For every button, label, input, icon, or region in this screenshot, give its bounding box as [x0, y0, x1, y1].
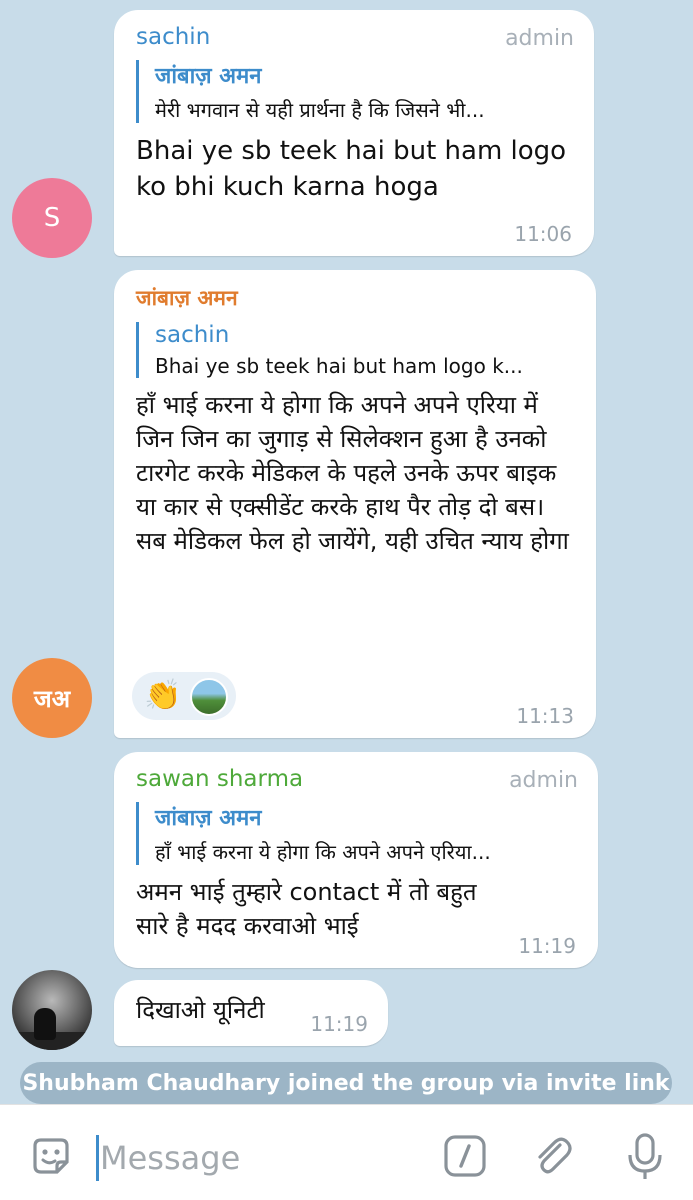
avatar-photo-figure	[34, 1008, 56, 1040]
avatar[interactable]: जअ	[12, 658, 92, 738]
message-text: Bhai ye sb teek hai but ham logo ko bhi …	[136, 136, 567, 202]
message-bubble[interactable]: दिखाओ यूनिटी 11:19	[114, 980, 388, 1046]
clapping-hands-icon: 👏	[144, 678, 182, 713]
message-bubble[interactable]: जांबाज़ अमन sachin Bhai ye sb teek hai b…	[114, 270, 596, 738]
reply-sender: जांबाज़ अमन	[155, 64, 262, 89]
bot-command-icon[interactable]	[440, 1131, 490, 1181]
chat-area[interactable]: sachin admin जांबाज़ अमन मेरी भगवान से य…	[0, 0, 693, 1104]
message-bubble[interactable]: sawan sharma admin जांबाज़ अमन हाँ भाई क…	[114, 752, 598, 968]
attach-icon[interactable]	[528, 1131, 578, 1181]
system-message: Shubham Chaudhary joined the group via i…	[20, 1062, 672, 1104]
sender-name[interactable]: जांबाज़ अमन	[136, 284, 574, 312]
message-text: हाँ भाई करना ये होगा कि अपने अपने एरिया …	[136, 391, 569, 555]
reply-quote[interactable]: जांबाज़ अमन मेरी भगवान से यही प्रार्थना …	[136, 60, 572, 123]
mic-icon[interactable]	[620, 1131, 670, 1181]
reply-sender: sachin	[155, 322, 230, 348]
admin-badge: admin	[509, 768, 578, 793]
reply-quote[interactable]: जांबाज़ अमन हाँ भाई करना ये होगा कि अपने…	[136, 802, 576, 865]
message-time: 11:19	[310, 1012, 368, 1036]
text-caret	[96, 1135, 99, 1181]
reply-text: हाँ भाई करना ये होगा कि अपने अपने एरिया.…	[155, 840, 491, 864]
message-input[interactable]: Message	[100, 1139, 240, 1177]
message-time: 11:13	[516, 704, 574, 728]
message-input-bar: Message	[0, 1104, 693, 1200]
avatar[interactable]	[12, 970, 92, 1050]
admin-badge: admin	[505, 26, 574, 51]
message-text: अमन भाई तुम्हारे contact में तो बहुत सार…	[136, 878, 477, 940]
avatar[interactable]: S	[12, 178, 92, 258]
message-time: 11:19	[518, 934, 576, 958]
message-time: 11:06	[514, 222, 572, 246]
reactions[interactable]: 👏	[132, 672, 236, 720]
sticker-icon[interactable]	[26, 1131, 76, 1181]
reactor-avatar	[190, 678, 228, 716]
message-bubble[interactable]: sachin admin जांबाज़ अमन मेरी भगवान से य…	[114, 10, 594, 256]
reply-text: मेरी भगवान से यही प्रार्थना है कि जिसने …	[155, 98, 485, 122]
reply-quote[interactable]: sachin Bhai ye sb teek hai but ham logo …	[136, 322, 574, 378]
reply-sender: जांबाज़ अमन	[155, 806, 262, 831]
reply-text: Bhai ye sb teek hai but ham logo k...	[155, 354, 523, 378]
